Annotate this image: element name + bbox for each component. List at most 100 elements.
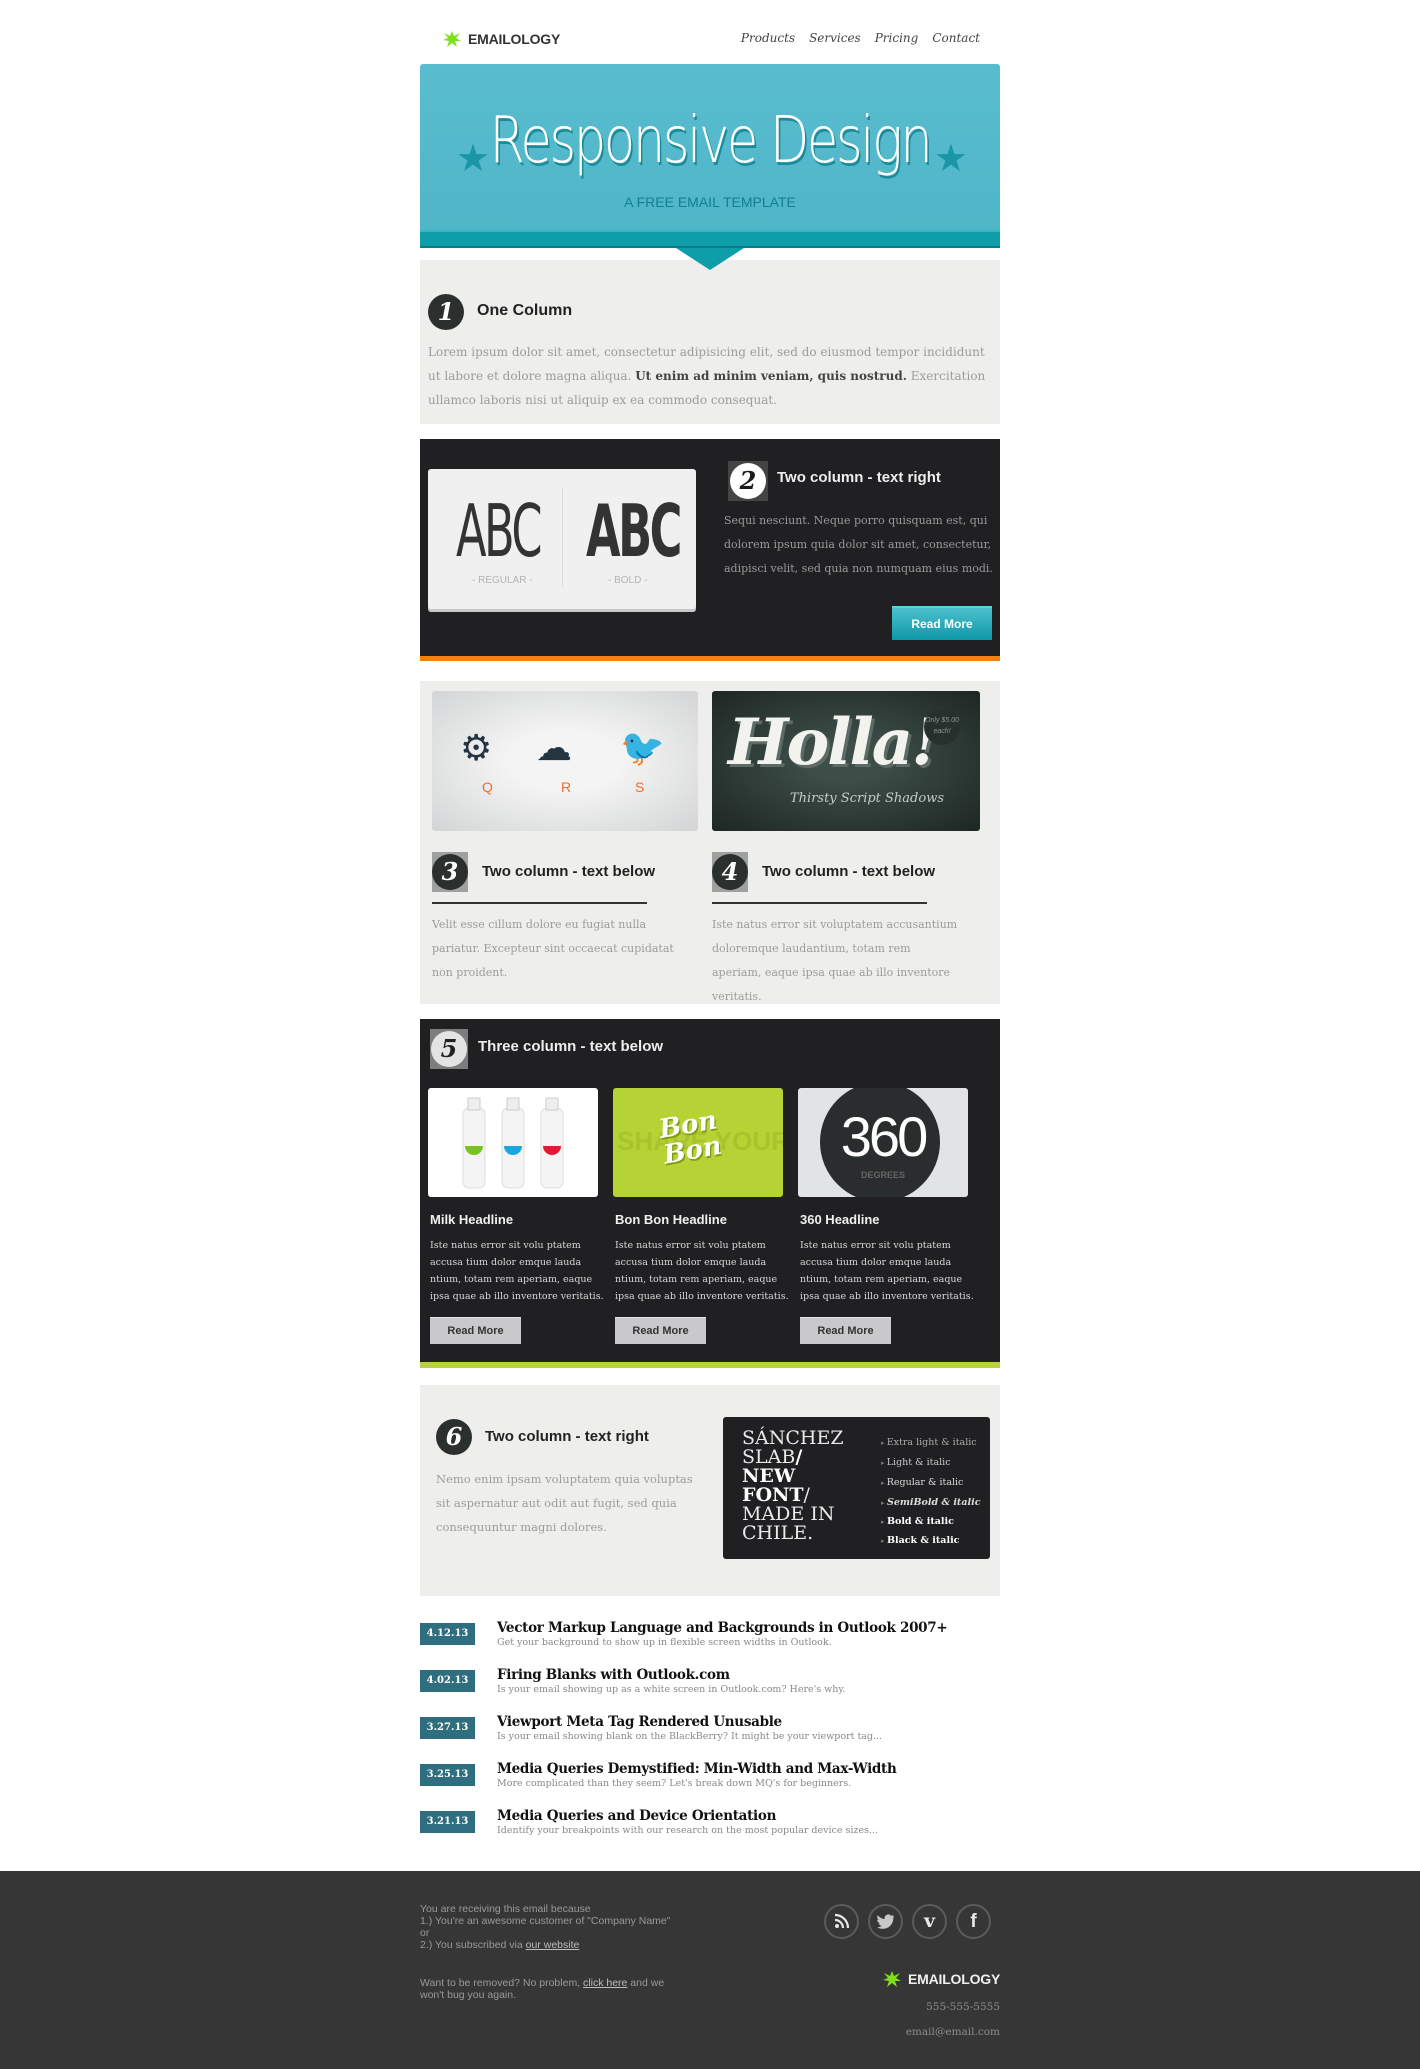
divider [432,902,647,904]
read-more-button[interactable]: Read More [615,1317,706,1344]
article-list: 4.12.13 Vector Markup Language and Backg… [420,1620,1000,1855]
footer-text: Want to be removed? No problem, [420,1977,584,1989]
article-item[interactable]: 4.12.13 Vector Markup Language and Backg… [420,1620,1000,1667]
bonbon-image: SHARE YOUR Bon Bon [613,1088,783,1197]
read-more-button[interactable]: Read More [430,1317,521,1344]
footer-reason: You are receiving this email because 1.)… [420,1903,680,1951]
section-title: Three column - text below [478,1038,664,1055]
section-two-column-below: ⚙ ☁ 🐦 Q R S Holla! Thirsty Script Shadow… [420,681,1000,1004]
top-nav: Products Services Pricing Contact [741,31,980,45]
footer-email[interactable]: email@email.com [906,2026,1000,2038]
facebook-icon[interactable]: f [956,1904,991,1939]
nav-contact[interactable]: Contact [932,31,980,45]
letter: Q [482,779,493,795]
card-headline: Bon Bon Headline [615,1212,727,1227]
section-title: One Column [477,302,573,319]
font-preview-image: ABC - REGULAR - ABC - BOLD - [428,469,696,609]
card-body: Iste natus error sit volu ptatem accusa … [430,1240,604,1302]
section-body: Sequi nesciunt. Neque porro quisquam est… [724,514,993,575]
website-link[interactable]: our website [526,1939,580,1951]
section-one-column: 1 One Column Lorem ipsum dolor sit amet,… [420,260,1000,424]
social-links: v f [824,1904,991,1939]
weight-item: Light & italic [881,1453,980,1473]
read-more-button[interactable]: Read More [892,606,992,640]
read-more-button[interactable]: Read More [800,1317,891,1344]
date-badge: 4.02.13 [420,1670,475,1692]
article-desc: Is your email showing up as a white scre… [497,1684,846,1695]
hero-banner: ★ ★ Responsive Design A FREE EMAIL TEMPL… [420,64,1000,270]
degrees-label: DEGREES [860,1170,905,1180]
price-badge: Only $5.00 each! [924,709,960,745]
article-title[interactable]: Media Queries Demystified: Min-Width and… [497,1761,897,1777]
font-specimen-image: SÁNCHEZ SLAB/ NEW FONT/ MADE IN CHILE. E… [723,1417,990,1559]
number-badge-digit: 5 [431,1031,467,1067]
degrees-image: 360 DEGREES [798,1088,968,1197]
gears-icon: ⚙ [460,727,493,768]
hero-band [420,230,1000,248]
card-headline: Milk Headline [430,1212,514,1227]
holla-image: Holla! Thirsty Script Shadows Only $5.00… [712,691,980,831]
bonbon-title: Bon Bon [656,1105,724,1171]
card-body: Iste natus error sit volu ptatem accusa … [800,1240,974,1302]
weight-item: Bold & italic [881,1512,980,1531]
font-weights-list: Extra light & italic Light & italic Regu… [881,1433,981,1550]
section-body: Lorem ipsum dolor sit amet, consectetur … [428,340,988,412]
logo-text: EMAILOLOGY [908,1971,1001,1987]
holla-subtitle: Thirsty Script Shadows [790,791,945,806]
article-desc: More complicated than they seem? Let's b… [497,1778,852,1789]
unsubscribe-link[interactable]: click here [583,1977,627,1989]
arrow-down-icon [676,248,744,270]
hero-subtitle: A FREE EMAIL TEMPLATE [624,194,796,210]
section-body: Iste natus error sit voluptatem accusant… [712,918,958,1003]
article-title[interactable]: Vector Markup Language and Backgrounds i… [497,1620,948,1636]
card-headline: 360 Headline [800,1212,880,1227]
vimeo-icon[interactable]: v [912,1904,947,1939]
divider [712,902,927,904]
article-desc: Get your background to show up in flexib… [497,1637,832,1648]
bird-icon: 🐦 [620,727,665,768]
section-two-column-right-2: 6 Two column - text right Nemo enim ipsa… [420,1385,1000,1596]
hero-background: ★ ★ Responsive Design A FREE EMAIL TEMPL… [420,64,1000,230]
icons-image: ⚙ ☁ 🐦 Q R S [432,691,698,831]
font-specimen-title: SÁNCHEZ SLAB/ NEW FONT/ MADE IN CHILE. [742,1427,844,1544]
section-body: Nemo enim ipsam voluptatem quia voluptas… [436,1472,693,1534]
logo-text: EMAILOLOGY [468,31,561,47]
number-badge: 3 [432,852,468,892]
date-badge: 3.21.13 [420,1811,475,1833]
section-body: Velit esse cillum dolore eu fugiat nulla… [432,918,674,979]
milk-bottles-icon [462,1097,564,1189]
article-desc: Identify your breakpoints with our resea… [497,1825,878,1836]
splat-logo-icon [443,31,461,47]
number-badge: 4 [712,852,748,892]
letter: R [561,779,572,795]
nav-products[interactable]: Products [741,31,795,45]
footer-text: 1.) You're an awesome customer of "Compa… [420,1915,671,1939]
article-item[interactable]: 3.21.13 Media Queries and Device Orienta… [420,1808,1000,1855]
rss-icon[interactable] [824,1904,859,1939]
logo[interactable]: EMAILOLOGY [442,29,560,49]
cloud-icon: ☁ [536,727,572,768]
number-badge: 2 [728,461,768,501]
section-title: Two column - text right [485,1428,649,1445]
section-title: Two column - text below [482,863,656,880]
twitter-icon[interactable] [868,1904,903,1939]
nav-services[interactable]: Services [809,31,861,45]
section-title: Two column - text below [762,863,936,880]
number-badge: 5 [430,1029,468,1069]
article-title[interactable]: Media Queries and Device Orientation [497,1808,776,1824]
card-body: Iste natus error sit volu ptatem accusa … [615,1240,789,1302]
label-bold: - BOLD - [608,575,648,586]
article-item[interactable]: 3.27.13 Viewport Meta Tag Rendered Unusa… [420,1714,1000,1761]
abc-regular: ABC [456,489,543,573]
article-item[interactable]: 4.02.13 Firing Blanks with Outlook.com I… [420,1667,1000,1714]
body-bold-text: Ut enim ad minim veniam, quis nostrud. [635,369,907,383]
article-title[interactable]: Firing Blanks with Outlook.com [497,1667,730,1683]
article-item[interactable]: 3.25.13 Media Queries Demystified: Min-W… [420,1761,1000,1808]
nav-pricing[interactable]: Pricing [875,31,919,45]
splat-logo-icon [883,1971,901,1987]
article-title[interactable]: Viewport Meta Tag Rendered Unusable [497,1714,782,1730]
footer-logo[interactable]: EMAILOLOGY [882,1969,1000,1989]
section-three-column: 5 Three column - text below Milk Headlin… [420,1019,1000,1368]
degrees-number: 360 [840,1105,928,1168]
number-badge-digit: 3 [432,854,468,890]
